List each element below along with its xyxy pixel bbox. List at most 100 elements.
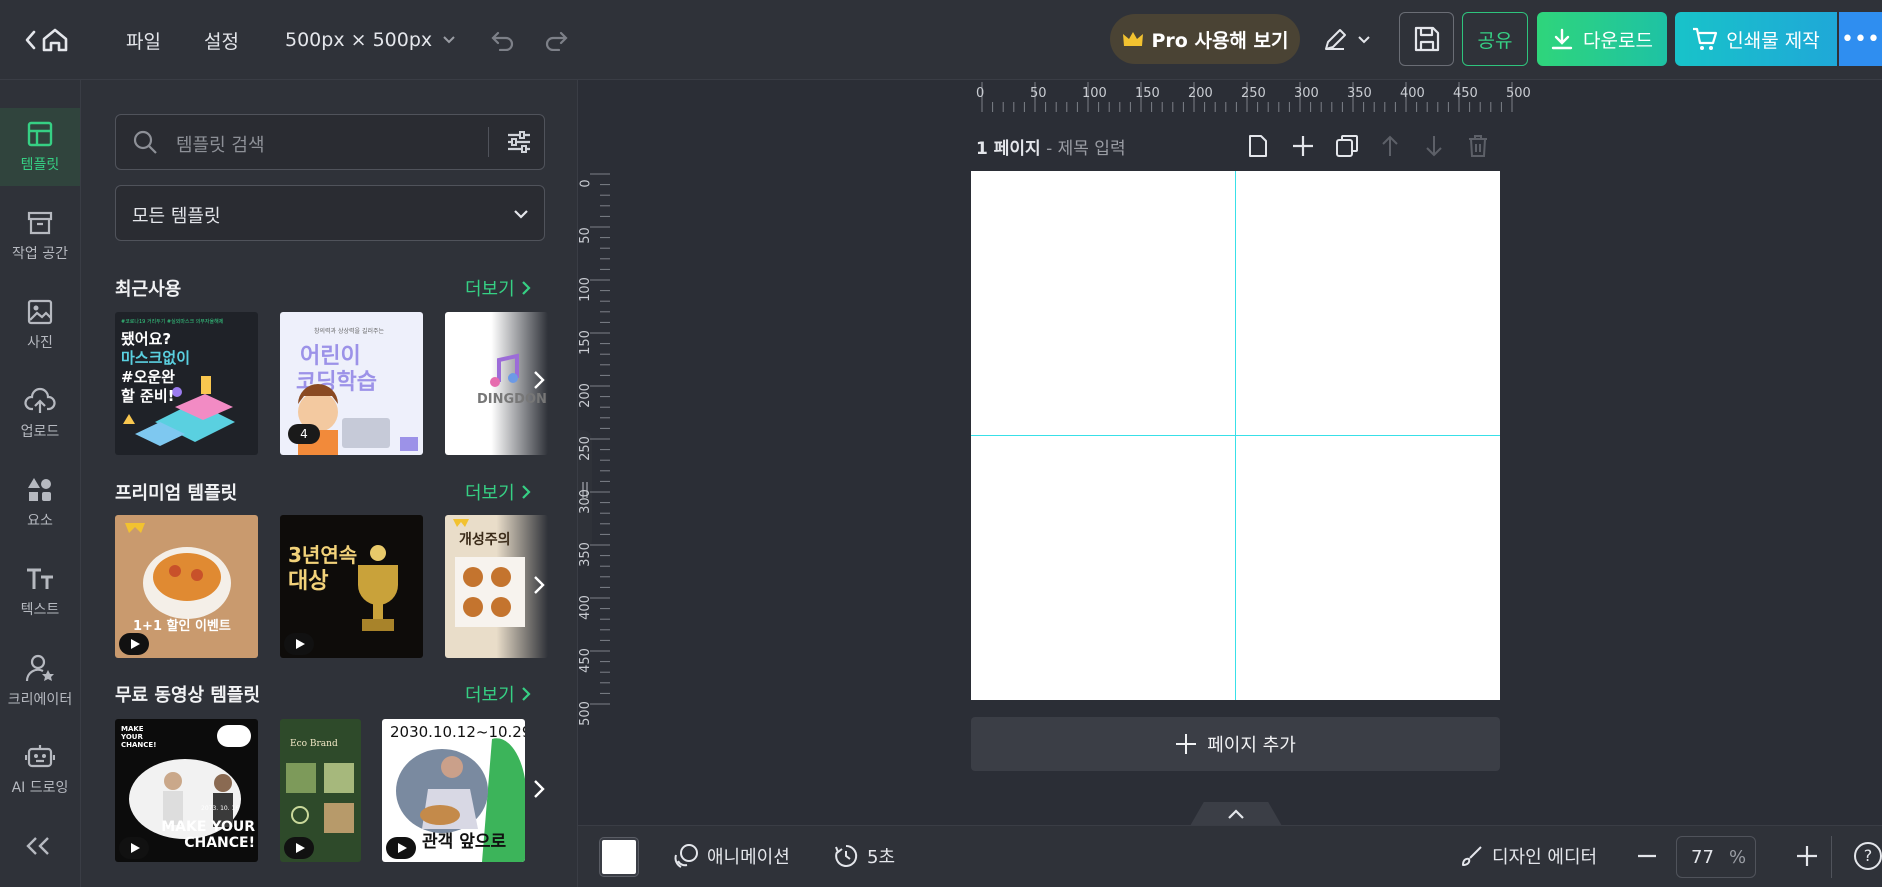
design-editor-button[interactable]: 디자인 에디터 [1460, 843, 1597, 869]
creator-icon [25, 654, 54, 682]
chevron-right-icon [521, 281, 531, 295]
chevron-right-icon [534, 780, 545, 798]
page-duplicate-button[interactable] [1335, 134, 1359, 162]
page-title-placeholder[interactable]: 제목 입력 [1058, 139, 1126, 159]
zoom-level-field[interactable]: 77 % [1676, 836, 1756, 878]
page-add-button[interactable] [1291, 134, 1315, 162]
ruler-label: 450 [577, 648, 593, 673]
save-button[interactable] [1399, 12, 1454, 66]
template-thumb-recent-1[interactable]: #코로나19 거리두기 #실외마스크 의무자율해제 됐어요? 마스크없이 #오운… [115, 312, 258, 455]
rail-item-creator[interactable]: 크리에이터 [0, 642, 80, 720]
pro-trial-button[interactable]: Pro 사용해 보기 [1110, 14, 1300, 64]
top-bar: 파일 설정 500px × 500px Pro 사용해 보기 공유 다운로드 인… [0, 0, 1882, 80]
thumb-title: 관객 앞으로 [422, 832, 507, 852]
ruler-label: 400 [1400, 86, 1425, 101]
redo-icon [545, 31, 568, 51]
more-options-button[interactable]: ••• [1839, 12, 1882, 66]
template-search-field[interactable]: 템플릿 검색 [115, 114, 545, 170]
rail-item-text[interactable]: 텍스트 [0, 553, 80, 631]
text-icon [27, 568, 53, 589]
rail-item-template[interactable]: 템플릿 [0, 108, 80, 186]
share-button[interactable]: 공유 [1462, 12, 1528, 66]
animation-button[interactable]: 애니메이션 [673, 843, 790, 869]
center-guide-horizontal [971, 435, 1500, 436]
plus-icon [1176, 734, 1197, 754]
chevron-down-icon [443, 36, 455, 44]
page-title-row[interactable]: 1 페이지 - 제목 입력 [976, 134, 1126, 159]
menu-settings[interactable]: 설정 [204, 27, 239, 54]
page-move-down-button[interactable] [1424, 134, 1444, 162]
add-page-button[interactable]: 페이지 추가 [971, 717, 1500, 771]
page-add-blank-button[interactable] [1247, 134, 1269, 162]
ruler-label: 200 [577, 383, 593, 408]
filter-sliders-icon[interactable] [506, 130, 532, 154]
zoom-in-button[interactable] [1796, 845, 1818, 867]
canvas-size-dropdown[interactable]: 500px × 500px [285, 22, 456, 58]
rail-item-elements[interactable]: 요소 [0, 464, 80, 542]
play-icon [119, 837, 149, 859]
ruler-label: 500 [577, 701, 593, 726]
rail-label: 템플릿 [20, 157, 60, 173]
animation-label: 애니메이션 [707, 847, 790, 868]
menu-file[interactable]: 파일 [126, 27, 161, 54]
shapes-icon [28, 478, 51, 501]
floppy-disk-icon [1414, 26, 1439, 52]
print-order-button[interactable]: 인쇄물 제작 [1675, 12, 1837, 66]
recent-next-arrow[interactable] [533, 370, 545, 396]
thumb-title: MAKE YOUR CHANCE! [161, 819, 255, 851]
divider [1831, 836, 1832, 878]
template-thumb-premium-2[interactable]: 3년연속 대상 [280, 515, 423, 658]
collapse-sidebar-button[interactable] [22, 835, 56, 861]
template-thumb-premium-1[interactable]: 1+1 할인 이벤트 [115, 515, 258, 658]
chevron-right-icon [534, 576, 545, 594]
section-title-premium: 프리미엄 템플릿 [115, 483, 238, 504]
rail-item-upload[interactable]: 업로드 [0, 375, 80, 453]
search-placeholder: 템플릿 검색 [176, 135, 265, 156]
home-button[interactable] [20, 22, 80, 58]
rail-label: 사진 [27, 335, 53, 351]
chevron-right-icon [521, 687, 531, 701]
trash-icon [1469, 135, 1487, 157]
section-title-recent: 최근사용 [115, 279, 182, 300]
play-icon [386, 837, 416, 859]
ruler-label: 300 [1294, 86, 1319, 101]
video-next-arrow[interactable] [533, 779, 545, 805]
thumb-line: 마스크없이 [121, 349, 191, 367]
template-thumb-recent-2[interactable]: 창의력과 상상력을 길러주는 어린이 코딩학습 4 [280, 312, 423, 455]
add-page-label: 페이지 추가 [1207, 735, 1296, 756]
help-button[interactable]: ? [1854, 842, 1882, 870]
rail-item-workspace[interactable]: 작업 공간 [0, 197, 80, 275]
ruler-label: 500 [1506, 86, 1531, 101]
rail-item-ai-drawing[interactable]: AI 드로잉 [0, 731, 80, 809]
edit-mode-dropdown[interactable] [1318, 22, 1374, 58]
page-delete-button[interactable] [1467, 134, 1489, 162]
undo-button[interactable] [488, 22, 518, 58]
more-label: 더보기 [465, 685, 515, 706]
background-color-swatch[interactable] [600, 838, 638, 876]
zoom-out-button[interactable] [1636, 845, 1658, 867]
undo-icon [491, 31, 514, 51]
template-thumb-video-3[interactable]: 2030.10.12~10.29 관객 앞으로 [382, 719, 525, 862]
archive-icon [27, 211, 53, 235]
premium-next-arrow[interactable] [533, 575, 545, 601]
template-thumb-video-2[interactable]: Eco Brand [280, 719, 361, 862]
page-number-label: 1 페이지 [976, 139, 1041, 159]
video-more-link[interactable]: 더보기 [465, 681, 531, 707]
template-thumb-video-1[interactable]: MAKE YOUR CHANCE! 2073. 10. 16 MAKE YOUR… [115, 719, 258, 862]
ruler-label: 0 [578, 179, 594, 188]
template-category-select[interactable]: 모든 템플릿 [115, 185, 545, 241]
rail-item-photo[interactable]: 사진 [0, 286, 80, 364]
play-icon [119, 633, 149, 655]
rail-label: AI 드로잉 [11, 780, 69, 796]
left-tool-rail: 템플릿 작업 공간 사진 업로드 요소 텍스트 크리에이터 AI 드로잉 [0, 80, 81, 887]
download-button[interactable]: 다운로드 [1537, 12, 1667, 66]
premium-more-link[interactable]: 더보기 [465, 479, 531, 505]
plus-icon [1293, 136, 1313, 156]
page-move-up-button[interactable] [1380, 134, 1400, 162]
recent-more-link[interactable]: 더보기 [465, 275, 531, 301]
redo-button[interactable] [541, 22, 571, 58]
plus-icon [1797, 846, 1817, 866]
cart-icon [1693, 27, 1718, 50]
duration-button[interactable]: 5초 [833, 843, 895, 869]
duplicate-icon [1336, 135, 1358, 157]
